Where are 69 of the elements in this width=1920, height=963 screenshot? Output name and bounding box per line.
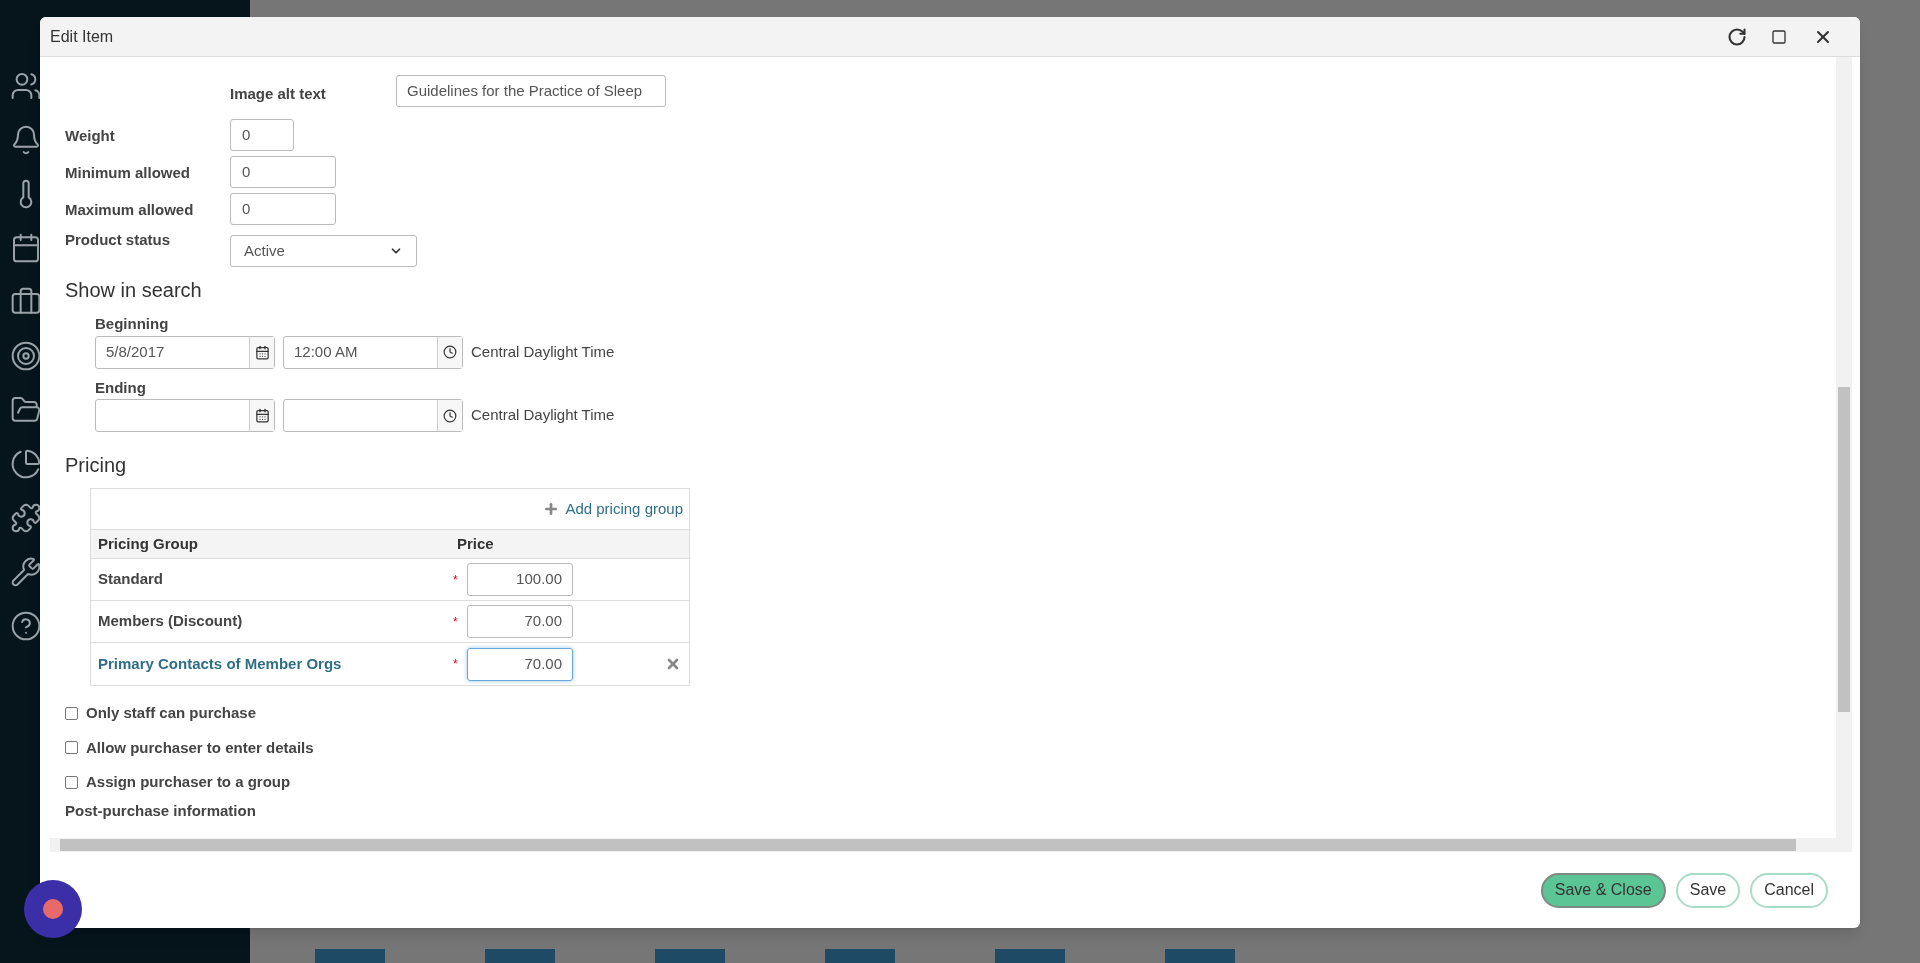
people-icon[interactable] xyxy=(10,70,42,102)
dialog-title: Edit Item xyxy=(50,26,115,47)
checkbox-label: Allow purchaser to enter details xyxy=(86,737,314,758)
column-header: Price xyxy=(457,533,494,554)
checkbox-label: Only staff can purchase xyxy=(86,703,257,723)
text-field[interactable]: 0 xyxy=(230,193,336,225)
timezone-text: Central Daylight Time xyxy=(471,341,615,362)
checkbox[interactable] xyxy=(65,741,78,755)
remove-icon[interactable] xyxy=(665,656,681,672)
thumbnail-placeholder xyxy=(1165,949,1235,963)
footer-button[interactable]: Save xyxy=(1675,872,1741,908)
checkbox-label: Assign purchaser to a group xyxy=(86,772,291,792)
plus-icon xyxy=(543,501,560,517)
price-field[interactable]: 70.00 xyxy=(467,605,573,638)
scrollbar-thumb[interactable] xyxy=(60,839,1796,851)
field-label: Maximum allowed xyxy=(65,200,195,220)
clock-icon xyxy=(443,408,457,423)
thumbnail-placeholder xyxy=(825,949,895,963)
pricing-group-name: Members (Discount) xyxy=(97,611,244,632)
field-label: Product status xyxy=(65,230,171,250)
time-field[interactable]: 12:00 AM xyxy=(283,335,463,369)
puzzle-icon[interactable] xyxy=(10,502,42,534)
field-label: Weight xyxy=(65,126,116,146)
thumbnail-placeholder xyxy=(485,949,555,963)
price-field[interactable]: 70.00 xyxy=(467,647,573,681)
bell-icon[interactable] xyxy=(10,124,42,156)
checkbox[interactable] xyxy=(65,775,78,789)
date-field[interactable]: 5/8/2017 xyxy=(95,335,275,369)
required-marker: * xyxy=(453,656,459,673)
section-heading: Show in search xyxy=(65,278,203,303)
thumbnail-placeholder xyxy=(995,949,1065,963)
calendar-icon[interactable] xyxy=(10,232,42,264)
timezone-text: Central Daylight Time xyxy=(471,405,615,426)
field-label: Beginning xyxy=(95,314,170,334)
target-icon[interactable] xyxy=(10,340,42,372)
time-field[interactable] xyxy=(283,399,463,432)
column-header: Pricing Group xyxy=(97,533,199,554)
date-field[interactable] xyxy=(95,399,275,432)
scrollbar-thumb[interactable] xyxy=(1838,387,1850,712)
checkbox[interactable] xyxy=(65,706,78,720)
text-field[interactable]: 0 xyxy=(230,156,336,188)
section-heading: Pricing xyxy=(65,453,128,478)
help-icon[interactable] xyxy=(10,610,42,642)
required-marker: * xyxy=(453,571,459,589)
maximize-icon[interactable] xyxy=(1771,28,1787,45)
thumbnail-placeholder xyxy=(315,949,385,963)
clock-icon xyxy=(443,345,457,359)
field-label: Ending xyxy=(95,377,147,398)
field-label: Minimum allowed xyxy=(65,163,191,183)
wrench-icon[interactable] xyxy=(10,556,42,588)
calendar-icon xyxy=(254,344,270,360)
price-field[interactable]: 100.00 xyxy=(467,563,573,596)
add-pricing-group-link[interactable]: Add pricing group xyxy=(543,497,683,521)
refresh-icon[interactable] xyxy=(1727,26,1747,47)
horizontal-scrollbar[interactable] xyxy=(50,838,1836,852)
section-label: Post-purchase information xyxy=(65,801,256,820)
field-label: Image alt text xyxy=(230,84,327,104)
thumbnail-placeholder xyxy=(655,949,725,963)
footer-button[interactable]: Cancel xyxy=(1750,872,1828,908)
pricing-group-name: Standard xyxy=(97,569,164,590)
text-field[interactable]: 0 xyxy=(230,119,294,151)
footer-button[interactable]: Save & Close xyxy=(1540,872,1666,908)
status-select[interactable]: Active xyxy=(230,235,417,267)
calendar-icon xyxy=(254,408,270,423)
pie-chart-icon[interactable] xyxy=(10,448,42,480)
vertical-scrollbar[interactable] xyxy=(1836,57,1852,852)
required-marker: * xyxy=(453,613,459,631)
pricing-group-link[interactable]: Primary Contacts of Member Orgs xyxy=(91,652,453,676)
text-field[interactable]: Guidelines for the Practice of Sleep xyxy=(396,75,666,107)
